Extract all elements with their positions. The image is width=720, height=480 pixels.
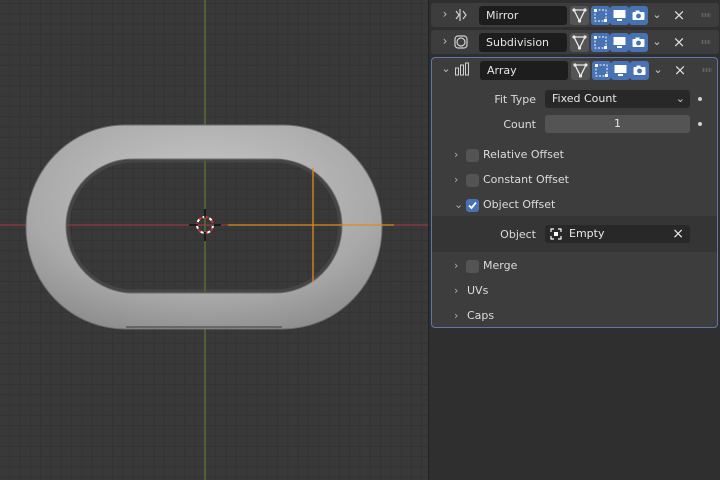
modifier-name-field[interactable]: Array [480, 61, 568, 80]
edit-cage-button[interactable] [571, 61, 590, 80]
object-offset-checkbox[interactable] [466, 199, 479, 212]
checkmark-icon [468, 201, 477, 210]
expand-chevron-icon[interactable]: › [454, 149, 458, 161]
array-modifier-panel: ⌄ Array ⌄ × Fit Type Fixed Count ⌄ Count… [431, 57, 718, 328]
count-value: 1 [614, 117, 621, 130]
mirror-modifier-icon [453, 7, 469, 23]
clear-icon[interactable]: × [672, 225, 684, 243]
drag-handle-icon[interactable] [702, 68, 712, 72]
modifier-name-field[interactable]: Mirror [479, 6, 567, 25]
render-button[interactable] [629, 33, 648, 52]
edit-mode-button[interactable] [592, 61, 611, 80]
subdivision-modifier-icon [453, 34, 469, 50]
collapse-chevron-icon[interactable]: ⌄ [440, 63, 452, 75]
expand-chevron-icon[interactable]: › [439, 35, 451, 47]
merge-subpanel[interactable]: › Merge [432, 254, 717, 278]
fit-type-label: Fit Type [494, 93, 536, 106]
fit-type-value: Fixed Count [552, 92, 617, 105]
close-icon[interactable]: × [671, 7, 687, 23]
chevron-down-icon[interactable]: ⌄ [649, 34, 665, 50]
expand-chevron-icon[interactable]: › [454, 260, 458, 272]
drag-handle-icon[interactable] [701, 13, 711, 17]
expand-chevron-icon[interactable]: › [454, 174, 458, 186]
array-modifier-icon [454, 62, 470, 78]
expand-chevron-icon[interactable]: › [454, 310, 458, 322]
edit-mode-button[interactable] [591, 33, 610, 52]
keyframe-dot-icon[interactable] [698, 122, 702, 126]
drag-handle-icon[interactable] [701, 40, 711, 44]
fit-type-dropdown[interactable]: Fixed Count ⌄ [545, 90, 690, 108]
object-offset-content: Object Empty × [432, 216, 717, 252]
chevron-down-icon[interactable]: ⌄ [649, 7, 665, 23]
constant-offset-label: Constant Offset [483, 173, 569, 186]
relative-offset-label: Relative Offset [483, 148, 564, 161]
expand-chevron-icon[interactable]: › [454, 285, 458, 297]
caps-label: Caps [467, 309, 495, 322]
modifier-header-subdivision[interactable]: › Subdivision ⌄ × [431, 30, 719, 54]
viewport-display-button[interactable] [611, 61, 630, 80]
modifier-header-mirror[interactable]: › Mirror ⌄ × [431, 3, 719, 27]
keyframe-dot-icon[interactable] [698, 97, 702, 101]
caps-subpanel[interactable]: › Caps [432, 304, 717, 328]
uvs-label: UVs [467, 284, 489, 297]
torus-mesh [25, 124, 383, 330]
count-field[interactable]: 1 [545, 115, 690, 133]
constant-offset-subpanel[interactable]: › Constant Offset [432, 168, 717, 192]
close-icon[interactable]: × [671, 34, 687, 50]
viewport-scene [0, 0, 428, 480]
constant-offset-checkbox[interactable] [466, 174, 479, 187]
viewport-display-button[interactable] [610, 6, 629, 25]
empty-object-icon [550, 228, 562, 240]
modifier-name-field[interactable]: Subdivision [479, 33, 567, 52]
close-icon[interactable]: × [672, 62, 688, 78]
uvs-subpanel[interactable]: › UVs [432, 279, 717, 303]
modifier-properties-panel: › Mirror ⌄ × › Subdivision ⌄ × ⌄ Array ⌄… [428, 0, 720, 480]
object-picker-field[interactable]: Empty × [545, 225, 690, 243]
chevron-down-icon: ⌄ [675, 92, 685, 105]
relative-offset-checkbox[interactable] [466, 149, 479, 162]
modifier-header-array[interactable]: ⌄ Array ⌄ × [432, 58, 717, 82]
object-label: Object [500, 228, 536, 241]
render-button[interactable] [629, 6, 648, 25]
merge-label: Merge [483, 259, 518, 272]
expand-chevron-icon[interactable]: › [439, 8, 451, 20]
object-offset-subpanel[interactable]: ⌄ Object Offset [432, 193, 717, 217]
object-offset-label: Object Offset [483, 198, 556, 211]
merge-checkbox[interactable] [466, 260, 479, 273]
edit-cage-button[interactable] [570, 6, 589, 25]
count-label: Count [503, 118, 536, 131]
object-value: Empty [569, 227, 605, 240]
edit-mode-button[interactable] [591, 6, 610, 25]
chevron-down-icon[interactable]: ⌄ [650, 62, 666, 78]
collapse-chevron-icon[interactable]: ⌄ [454, 199, 463, 211]
edit-cage-button[interactable] [570, 33, 589, 52]
render-button[interactable] [630, 61, 649, 80]
viewport-display-button[interactable] [610, 33, 629, 52]
relative-offset-subpanel[interactable]: › Relative Offset [432, 143, 717, 167]
3d-viewport[interactable] [0, 0, 428, 480]
